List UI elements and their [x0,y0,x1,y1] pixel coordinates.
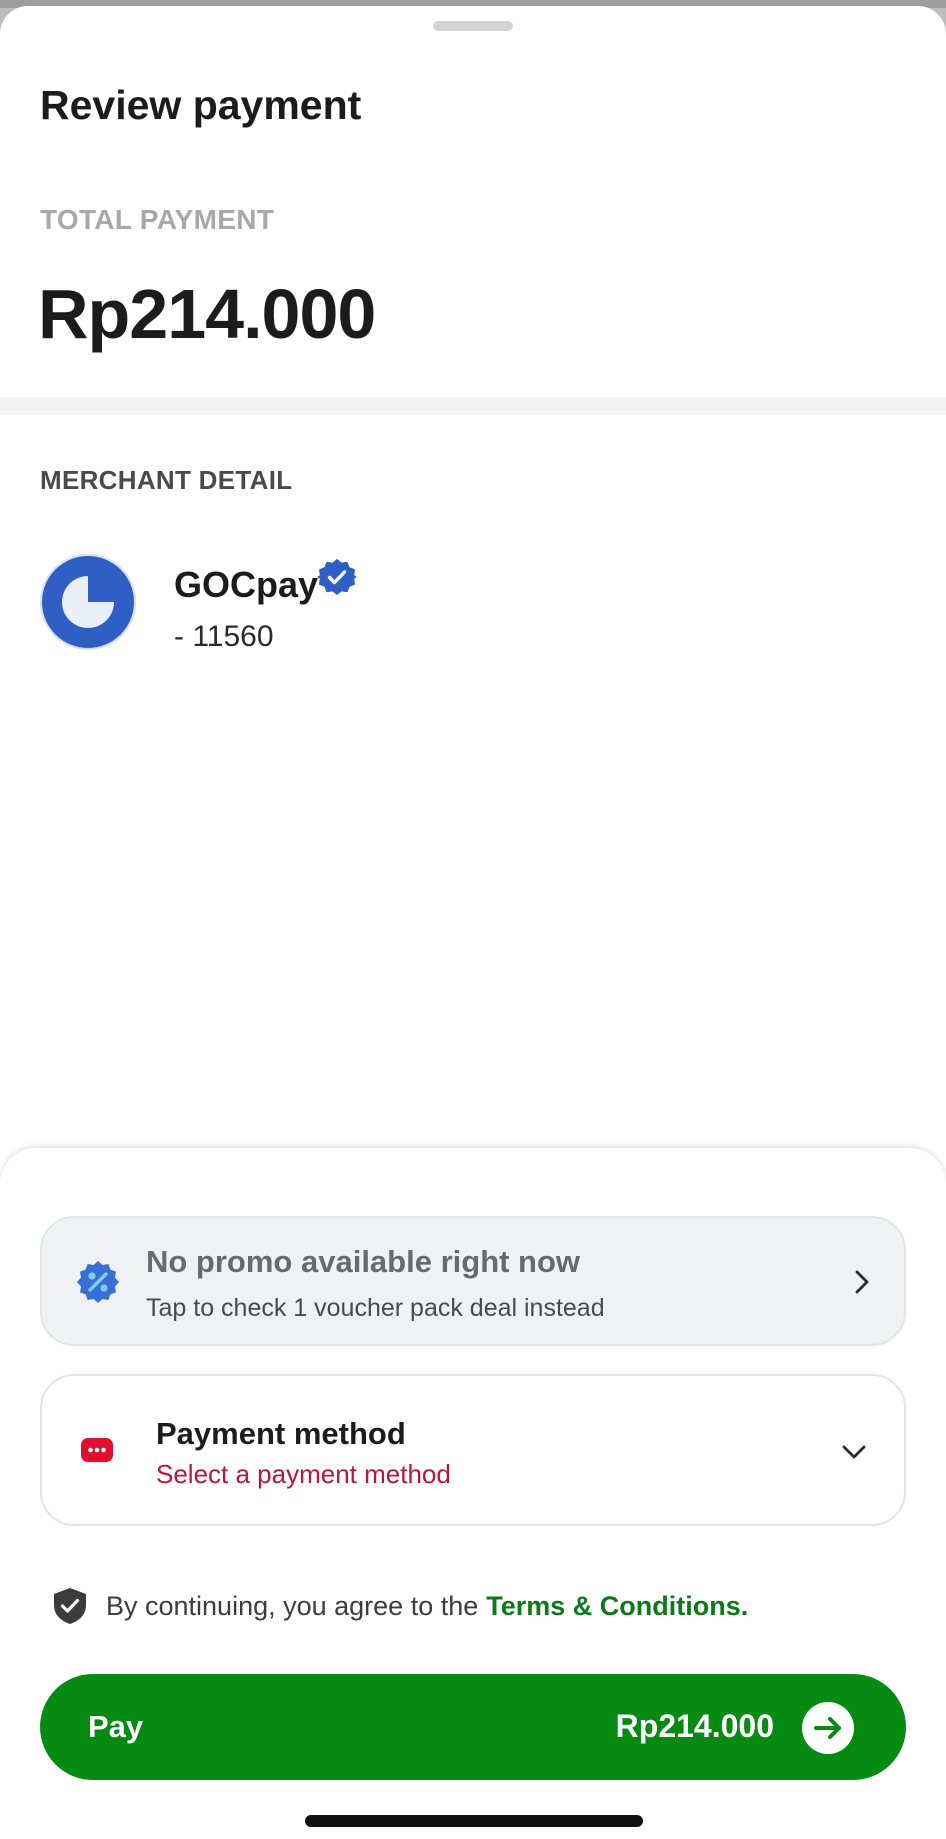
chevron-down-icon [842,1445,866,1459]
payment-method-selector[interactable]: Payment method Select a payment method [40,1374,906,1526]
chevron-right-icon [855,1270,869,1294]
merchant-detail-label: MERCHANT DETAIL [40,465,293,495]
pay-button-amount: Rp214.000 [615,1708,774,1744]
pay-button-label: Pay [88,1709,144,1744]
promo-subtitle: Tap to check 1 voucher pack deal instead [146,1294,605,1322]
home-indicator [305,1815,643,1827]
promo-percent-icon [77,1261,119,1303]
pay-button[interactable]: Pay Rp214.000 [40,1674,906,1780]
merchant-id: - 11560 [174,620,274,653]
section-divider [0,397,946,415]
arrow-right-icon [802,1702,854,1754]
page-title: Review payment [40,82,362,128]
terms-conditions-link[interactable]: Terms & Conditions. [486,1591,748,1622]
promo-card[interactable]: No promo available right now Tap to chec… [40,1216,906,1346]
terms-notice: By continuing, you agree to the Terms & … [52,1586,748,1626]
terms-text: By continuing, you agree to the [106,1590,479,1621]
sheet-drag-handle[interactable] [433,21,513,31]
merchant-logo [40,554,136,650]
promo-title: No promo available right now [146,1244,581,1279]
review-payment-sheet: Review payment TOTAL PAYMENT Rp214.000 M… [0,6,946,1839]
bottom-action-panel: No promo available right now Tap to chec… [0,1148,946,1839]
verified-badge-icon [317,559,357,595]
shield-check-icon [54,1588,86,1624]
payment-card-icon [81,1438,113,1462]
payment-method-prompt: Select a payment method [156,1459,451,1489]
payment-method-title: Payment method [156,1416,406,1451]
total-payment-amount: Rp214.000 [38,275,376,353]
total-payment-label: TOTAL PAYMENT [40,204,275,235]
merchant-name: GOCpay [174,564,319,605]
